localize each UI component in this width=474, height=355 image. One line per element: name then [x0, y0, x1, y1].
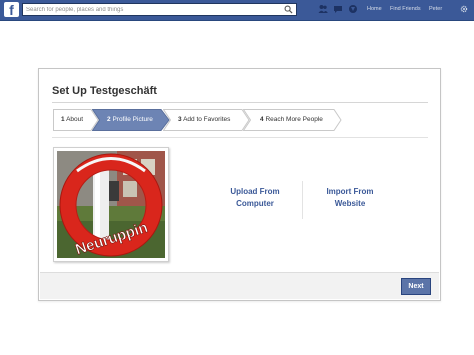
upload-label-line1: Upload From: [230, 187, 280, 196]
search-box: [22, 3, 297, 16]
friend-requests-icon[interactable]: [318, 4, 328, 14]
notifications-icon[interactable]: [348, 4, 358, 14]
divider: [52, 102, 428, 103]
messages-icon[interactable]: [333, 4, 343, 14]
find-friends-link[interactable]: Find Friends: [390, 6, 421, 12]
step-label: Reach More People: [265, 116, 323, 123]
step-label: Profile Picture: [112, 116, 153, 123]
step-number: 3: [178, 116, 182, 123]
panel-footer: Next: [40, 272, 439, 299]
next-button[interactable]: Next: [401, 278, 431, 295]
step-label: Add to Favorites: [183, 116, 231, 123]
profile-picture[interactable]: Neuruppin: [53, 147, 169, 262]
step-add-to-favorites[interactable]: 3 Add to Favorites: [163, 109, 250, 131]
step-number: 1: [61, 116, 65, 123]
import-from-website-link[interactable]: Import From Website: [307, 186, 393, 210]
step-label: About: [66, 116, 84, 123]
import-label-line1: Import From: [326, 187, 374, 196]
top-bar: f Home Find Friends Peter: [0, 0, 474, 21]
upload-from-computer-link[interactable]: Upload From Computer: [215, 186, 295, 210]
divider: [52, 137, 428, 138]
step-profile-picture[interactable]: 2 Profile Picture: [92, 109, 170, 131]
step-reach-more-people[interactable]: 4 Reach More People: [243, 109, 343, 131]
step-number: 4: [260, 116, 264, 123]
profile-link[interactable]: Peter: [429, 6, 442, 12]
search-input[interactable]: [26, 4, 281, 15]
setup-panel: Set Up Testgeschäft 1 About 2 Profile Pi…: [38, 68, 441, 301]
home-link[interactable]: Home: [367, 6, 382, 12]
page-title: Set Up Testgeschäft: [52, 85, 157, 97]
search-icon[interactable]: [284, 5, 293, 14]
import-label-line2: Website: [334, 199, 366, 208]
facebook-logo[interactable]: f: [4, 2, 19, 17]
step-number: 2: [107, 116, 111, 123]
profile-photo: Neuruppin: [57, 151, 165, 258]
divider: [302, 181, 303, 219]
upload-label-line2: Computer: [236, 199, 274, 208]
gear-icon[interactable]: [460, 5, 468, 13]
